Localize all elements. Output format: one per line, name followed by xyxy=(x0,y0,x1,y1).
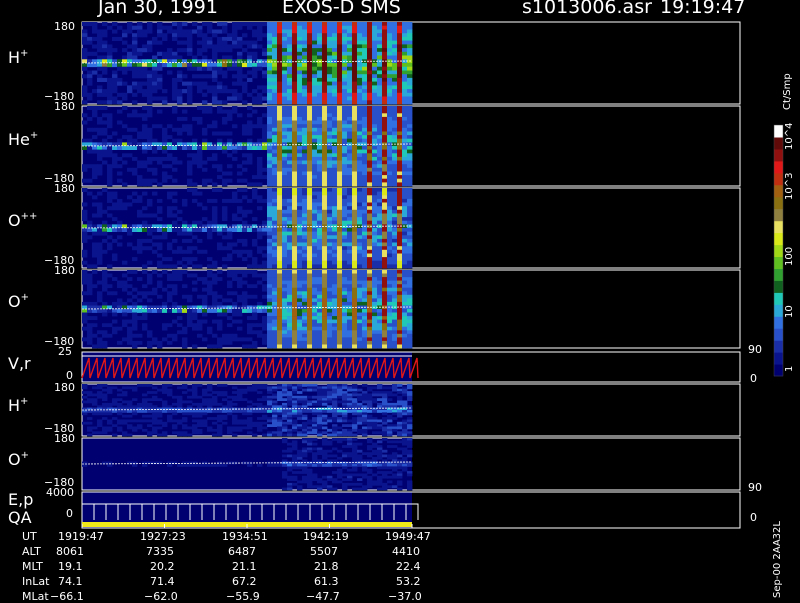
header-file: s1013006.asr xyxy=(522,0,652,18)
colorbar-cell-11 xyxy=(774,233,783,246)
footer-mlt-2: 20.2 xyxy=(150,560,175,573)
colorbar-cell-20 xyxy=(774,125,783,138)
footer-mlt-4: 21.8 xyxy=(314,560,339,573)
colorbar-cell-17 xyxy=(774,161,783,174)
ytick-ep-top: 4000 xyxy=(46,486,74,499)
header-date: Jan 30, 1991 xyxy=(98,0,218,18)
footer-inlat-3: 67.2 xyxy=(232,575,257,588)
footer-inlat-1: 74.1 xyxy=(58,575,83,588)
panel-label-ep: E,p xyxy=(8,490,33,509)
spectrogram-figure xyxy=(0,0,800,600)
colorbar-cell-14 xyxy=(774,197,783,210)
ytick-vr-top: 25 xyxy=(58,345,72,358)
colorbar-tick-10000: 10^4 xyxy=(784,123,795,150)
colorbar-cell-4 xyxy=(774,316,783,329)
footer-inlat-4: 61.3 xyxy=(314,575,339,588)
footer-mlat-4: −47.7 xyxy=(306,590,340,603)
colorbar-cell-12 xyxy=(774,221,783,234)
ytick-he-plus-top: 180 xyxy=(54,100,75,113)
colorbar-cell-3 xyxy=(774,328,783,341)
footer-alt-5: 4410 xyxy=(392,545,420,558)
colorbar-cell-1 xyxy=(774,352,783,365)
right-tick-vr-bottom: 0 xyxy=(750,372,757,385)
footer-mlat-1: −66.1 xyxy=(50,590,84,603)
panel-label-o-plus-2: O+ xyxy=(8,450,29,469)
colorbar-cell-19 xyxy=(774,137,783,150)
footer-mlt-3: 21.1 xyxy=(232,560,257,573)
right-tick-vr-top: 90 xyxy=(748,343,762,356)
colorbar-cell-13 xyxy=(774,209,783,222)
colorbar-cell-18 xyxy=(774,149,783,162)
footer-mlt-5: 22.4 xyxy=(396,560,421,573)
colorbar-cell-16 xyxy=(774,173,783,186)
footer-label-mlat: MLat xyxy=(22,590,49,603)
ytick-h-plus-top: 180 xyxy=(54,20,75,33)
colorbar-tick-100: 100 xyxy=(784,247,795,266)
header-instrument: EXOS-D SMS xyxy=(282,0,401,18)
colorbar-cell-0 xyxy=(774,364,783,377)
ytick-o-plus-2-top: 180 xyxy=(54,432,75,445)
ytick-h-plus-2-top: 180 xyxy=(54,381,75,394)
colorbar-cell-5 xyxy=(774,304,783,317)
panel-label-qa: QA xyxy=(8,508,32,527)
colorbar-tick-10: 10 xyxy=(784,305,795,318)
panel-label-h-plus: H+ xyxy=(8,48,28,67)
footer-ut-2: 1927:23 xyxy=(140,530,186,543)
footer-ut-3: 1934:51 xyxy=(222,530,268,543)
side-code: Sep-00 2AA32L xyxy=(772,521,783,598)
spectrogram-panels xyxy=(82,22,740,528)
footer-alt-3: 6487 xyxy=(228,545,256,558)
footer-label-alt: ALT xyxy=(22,545,41,558)
colorbar-cell-15 xyxy=(774,185,783,198)
footer-inlat-5: 53.2 xyxy=(396,575,421,588)
colorbar-cell-6 xyxy=(774,292,783,305)
footer-label-inlat: InLat xyxy=(22,575,49,588)
footer-mlat-5: −37.0 xyxy=(388,590,422,603)
ytick-o-plusplus-top: 180 xyxy=(54,182,75,195)
colorbar-tick-1: 1 xyxy=(784,366,795,372)
footer-alt-4: 5507 xyxy=(310,545,338,558)
footer-alt-2: 7335 xyxy=(146,545,174,558)
panel-label-he-plus: He+ xyxy=(8,130,38,149)
footer-ut-4: 1942:19 xyxy=(303,530,349,543)
panel-label-h-plus-2: H+ xyxy=(8,396,28,415)
panel-label-vr: V,r xyxy=(8,354,31,373)
colorbar-cell-2 xyxy=(774,340,783,353)
colorbar-cell-10 xyxy=(774,245,783,258)
ytick-ep-bottom: 0 xyxy=(66,507,73,520)
colorbar-cell-9 xyxy=(774,257,783,270)
header-time: 19:19:47 xyxy=(660,0,745,18)
panel-label-o-plus: O+ xyxy=(8,292,29,311)
colorbar-tick-1000: 10^3 xyxy=(784,173,795,200)
footer-label-mlt: MLT xyxy=(22,560,43,573)
colorbar-cell-7 xyxy=(774,280,783,293)
footer-ut-1: 1919:47 xyxy=(58,530,104,543)
footer-mlat-2: −62.0 xyxy=(144,590,178,603)
panel-label-o-plusplus: O++ xyxy=(8,211,37,230)
footer-ut-5: 1949:47 xyxy=(385,530,431,543)
footer-alt-1: 8061 xyxy=(56,545,84,558)
right-tick-ep-bottom: 0 xyxy=(750,511,757,524)
footer-label-ut: UT xyxy=(22,530,37,543)
footer-mlt-1: 19.1 xyxy=(58,560,83,573)
colorbar-cell-8 xyxy=(774,268,783,281)
footer-inlat-2: 71.4 xyxy=(150,575,175,588)
right-tick-ep-top: 90 xyxy=(748,481,762,494)
footer-mlat-3: −55.9 xyxy=(226,590,260,603)
color-scale-bar xyxy=(774,125,783,377)
ytick-o-plus-top: 180 xyxy=(54,264,75,277)
colorbar-unit-label: Ct/Smp xyxy=(782,73,793,110)
